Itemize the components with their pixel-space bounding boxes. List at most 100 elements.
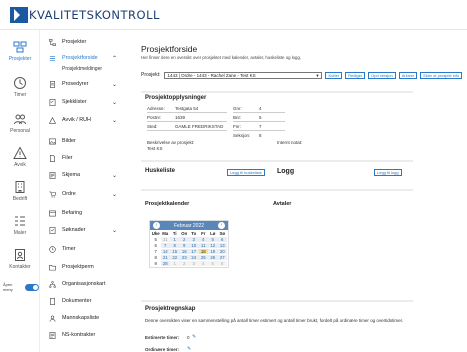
edit-icon[interactable]: ✎ <box>192 334 196 340</box>
calendar-header-cell: Lø <box>210 231 216 236</box>
prev-month-icon[interactable]: ‹ <box>153 222 160 229</box>
rail-item-timer[interactable]: Timer <box>0 76 40 98</box>
rail-item-bedrift[interactable]: Bedrift <box>0 180 40 202</box>
menu-item-ordre[interactable]: Ordre ⌄ <box>44 188 122 200</box>
gnr-value: 4 <box>259 106 262 111</box>
calendar-day[interactable]: 6 <box>217 261 227 266</box>
calendar-day[interactable]: 28 <box>160 261 170 266</box>
menu-item-soknader[interactable]: Søknader ⌄ <box>44 224 122 236</box>
arkiver-button[interactable]: Arkiver <box>398 71 418 79</box>
calendar-day[interactable]: 9 <box>179 243 189 248</box>
menu-toggle-row: Åpen meny <box>3 282 39 292</box>
menu-item-timer[interactable]: Timer <box>44 243 122 255</box>
project-select[interactable]: 1443 | Ordre - 1443 - Rachel Zane - Test… <box>164 71 323 79</box>
calendar-day[interactable]: 4 <box>198 261 208 266</box>
fnr-value: 7 <box>259 124 262 129</box>
calendar-day[interactable]: 10 <box>189 243 199 248</box>
menu-item-prosjektperm[interactable]: Prosjektperm <box>44 261 122 273</box>
edit-icon[interactable]: ✎ <box>187 346 191 352</box>
calendar-day[interactable]: 7 <box>160 243 170 248</box>
kutter-button[interactable]: Kutter <box>325 71 343 79</box>
menu-item-prosedyrer[interactable]: Prosedyrer ⌄ <box>44 78 122 90</box>
calendar-day[interactable]: 3 <box>189 237 199 242</box>
rail-item-personal[interactable]: Personal <box>0 112 40 134</box>
rail-label: Bedrift <box>12 196 28 202</box>
rail-item-prosjekter[interactable]: Prosjekter <box>0 40 40 62</box>
menu-item-label: Timer <box>62 246 76 252</box>
menu-item-ns-kontrakter[interactable]: NS-kontrakter <box>44 329 122 341</box>
calendar-week-number: 6 <box>154 243 157 248</box>
page-subtitle: Her finner dere en oversikt over prosjek… <box>141 55 302 60</box>
calendar-day[interactable]: 22 <box>170 255 180 260</box>
calendar-day[interactable]: 14 <box>160 249 170 254</box>
menu-item-avvik-ruh[interactable]: Avvik / RUH ⌄ <box>44 114 122 126</box>
warning-icon <box>49 116 56 124</box>
calendar-day[interactable]: 18 <box>198 249 208 254</box>
menu-item-sjekklister[interactable]: Sjekklister ⌄ <box>44 96 122 108</box>
menu-item-organisasjonskart[interactable]: Organisasjonskart <box>44 278 122 290</box>
menu-item-filer[interactable]: Filer <box>44 152 122 164</box>
menu-item-bilder[interactable]: Bilder <box>44 135 122 147</box>
calendar-day[interactable]: 19 <box>208 249 218 254</box>
calendar-day[interactable]: 2 <box>179 237 189 242</box>
menu-item-mannskapsliste[interactable]: Mannskapsliste <box>44 312 122 324</box>
calendar-day[interactable]: 21 <box>160 255 170 260</box>
calendar-day[interactable]: 12 <box>208 243 218 248</box>
calendar-day[interactable]: 20 <box>217 249 227 254</box>
rail-item-maler[interactable]: Maler <box>0 214 40 236</box>
rail-item-avvik[interactable]: Avvik <box>0 146 40 168</box>
menu-sub-prosjektmeldinger[interactable]: Prosjektmeldinger <box>62 66 102 72</box>
add-logg-button[interactable]: Legg til logg <box>374 169 402 176</box>
calendar-day[interactable]: 2 <box>179 261 189 266</box>
menu-item-label: Ordre <box>62 191 76 197</box>
calendar-day[interactable]: 5 <box>208 261 218 266</box>
menu-item-skjema[interactable]: Skjema ⌄ <box>44 169 122 181</box>
calendar-month-year: Februar 2022 <box>174 223 204 229</box>
rail-item-kontakter[interactable]: Kontakter <box>0 248 40 270</box>
calendar-day[interactable]: 8 <box>170 243 180 248</box>
menu-item-befaring[interactable]: Befaring <box>44 207 122 219</box>
menu-item-prosjekter[interactable]: Prosjekter <box>44 36 122 48</box>
menu-item-dokumenter[interactable]: Dokumenter <box>44 295 122 307</box>
calendar-day[interactable]: 15 <box>170 249 180 254</box>
menu-item-prosjektforside[interactable]: Prosjektforside ⌃ <box>44 52 122 64</box>
menu-item-label: NS-kontrakter <box>62 332 96 338</box>
form-icon <box>49 171 56 179</box>
calendar-day[interactable]: 31 <box>160 237 170 242</box>
print-project-button[interactable]: Skriv ut prosjekt info <box>420 71 463 79</box>
calendar-day[interactable]: 17 <box>189 249 199 254</box>
logo[interactable]: KVALITETSKONTROLL <box>10 7 160 23</box>
project-menu: Prosjekter Prosjektforside ⌃ Prosjektmel… <box>44 30 122 352</box>
calendar-day[interactable]: 13 <box>217 243 227 248</box>
calendar-day[interactable]: 23 <box>179 255 189 260</box>
calendar-day[interactable]: 11 <box>198 243 208 248</box>
calendar-day[interactable]: 1 <box>170 261 180 266</box>
calendar-day[interactable]: 24 <box>189 255 199 260</box>
seksjon-label: Seksjon: <box>233 133 251 138</box>
rail-label: Personal <box>10 128 30 134</box>
divider <box>233 121 285 122</box>
description-label: Beskrivelse av prosjekt: <box>147 140 195 145</box>
calendar-day[interactable]: 27 <box>217 255 227 260</box>
menu-item-label: Organisasjonskart <box>62 281 106 287</box>
calendar-day[interactable]: 4 <box>198 237 208 242</box>
opd-versjon-button[interactable]: Opd versjon <box>368 71 396 79</box>
calendar-day[interactable]: 6 <box>217 237 227 242</box>
estimated-hours-value: 0 <box>187 335 190 340</box>
calendar-day[interactable]: 5 <box>208 237 218 242</box>
calendar-day[interactable]: 26 <box>208 255 218 260</box>
menu-toggle-switch[interactable] <box>25 283 39 291</box>
calendar-day[interactable]: 1 <box>170 237 180 242</box>
add-huskeliste-button[interactable]: Legg til huskeliste <box>227 169 265 176</box>
calendar-day[interactable]: 3 <box>189 261 199 266</box>
rail-label: Timer <box>13 92 27 98</box>
calendar-header-cell: Uke <box>151 231 160 236</box>
building-icon <box>15 181 25 193</box>
menu-item-label: Befaring <box>62 210 83 216</box>
rediger-button[interactable]: Rediger <box>345 71 366 79</box>
calendar-day[interactable]: 16 <box>179 249 189 254</box>
next-month-icon[interactable]: › <box>218 222 225 229</box>
calendar-day[interactable]: 25 <box>198 255 208 260</box>
doc-icon <box>50 80 55 88</box>
calendar-week-number: 9 <box>154 261 157 266</box>
